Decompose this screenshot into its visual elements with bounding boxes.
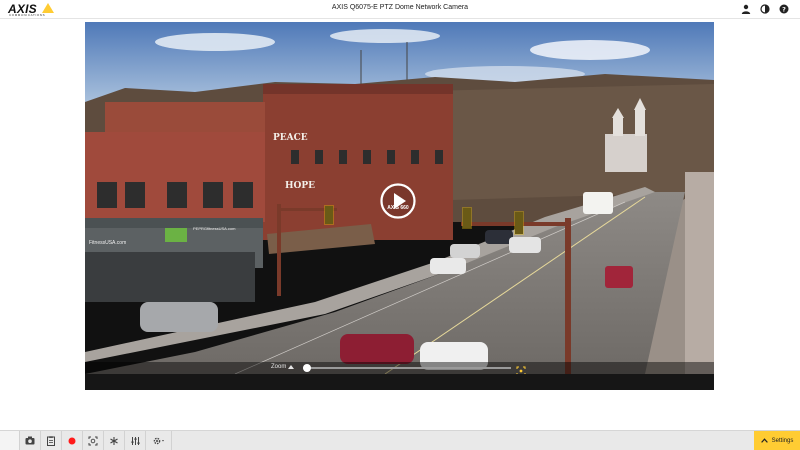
zoom-label: Zoom bbox=[271, 364, 287, 370]
camera-icon bbox=[25, 436, 35, 445]
image-settings-button[interactable] bbox=[125, 431, 146, 450]
svg-text:?: ? bbox=[782, 5, 786, 13]
bottom-toolbar: Settings bbox=[0, 430, 800, 450]
asterisk-icon bbox=[110, 436, 118, 445]
tool-spacer bbox=[0, 431, 20, 450]
sign-peace: PEACE bbox=[273, 133, 308, 143]
settings-button[interactable]: Settings bbox=[754, 431, 800, 450]
chevron-up-icon bbox=[760, 438, 768, 443]
focus-button[interactable] bbox=[83, 431, 104, 450]
snapshot-button[interactable] bbox=[20, 431, 41, 450]
zoom-controls: Zoom bbox=[85, 362, 714, 376]
levels-icon bbox=[130, 436, 140, 445]
play-icon bbox=[380, 183, 416, 219]
zoom-toggle-caret-icon[interactable] bbox=[288, 365, 294, 369]
sign-fitness: FitnessUSA.com bbox=[89, 240, 126, 246]
sign-hope: HOPE bbox=[285, 181, 315, 191]
top-bar: AXIS COMMUNICATIONS AXIS Q6075-E PTZ Dom… bbox=[0, 0, 800, 19]
settings-label: Settings bbox=[771, 437, 794, 444]
logo-subtext: COMMUNICATIONS bbox=[9, 13, 46, 17]
play-button[interactable]: AXIS 660 bbox=[380, 183, 416, 219]
header-actions: ? bbox=[740, 3, 790, 15]
help-icon[interactable]: ? bbox=[778, 3, 790, 15]
zoom-area-icon[interactable] bbox=[516, 363, 526, 376]
stream-footer bbox=[85, 374, 714, 390]
play-overlay-label: AXIS 660 bbox=[387, 205, 409, 211]
clipboard-icon bbox=[47, 435, 55, 446]
ir-button[interactable] bbox=[104, 431, 125, 450]
tool-group bbox=[0, 431, 172, 450]
zoom-slider[interactable] bbox=[303, 364, 511, 372]
user-icon[interactable] bbox=[740, 3, 752, 15]
page-title: AXIS Q6075-E PTZ Dome Network Camera bbox=[331, 4, 469, 11]
record-icon bbox=[68, 437, 76, 444]
record-button[interactable] bbox=[62, 431, 83, 450]
clipboard-button[interactable] bbox=[41, 431, 62, 450]
sign-fitness-url: PEPRGfitnessUSA.com bbox=[193, 226, 236, 231]
focus-icon bbox=[88, 436, 98, 445]
more-settings-dropdown[interactable] bbox=[146, 431, 172, 450]
gear-icon bbox=[153, 437, 164, 444]
live-view[interactable]: PEACE HOPE FitnessUSA.com PEPRGfitnessUS… bbox=[85, 22, 714, 390]
contrast-icon[interactable] bbox=[759, 3, 771, 15]
zoom-slider-handle[interactable] bbox=[303, 364, 311, 372]
